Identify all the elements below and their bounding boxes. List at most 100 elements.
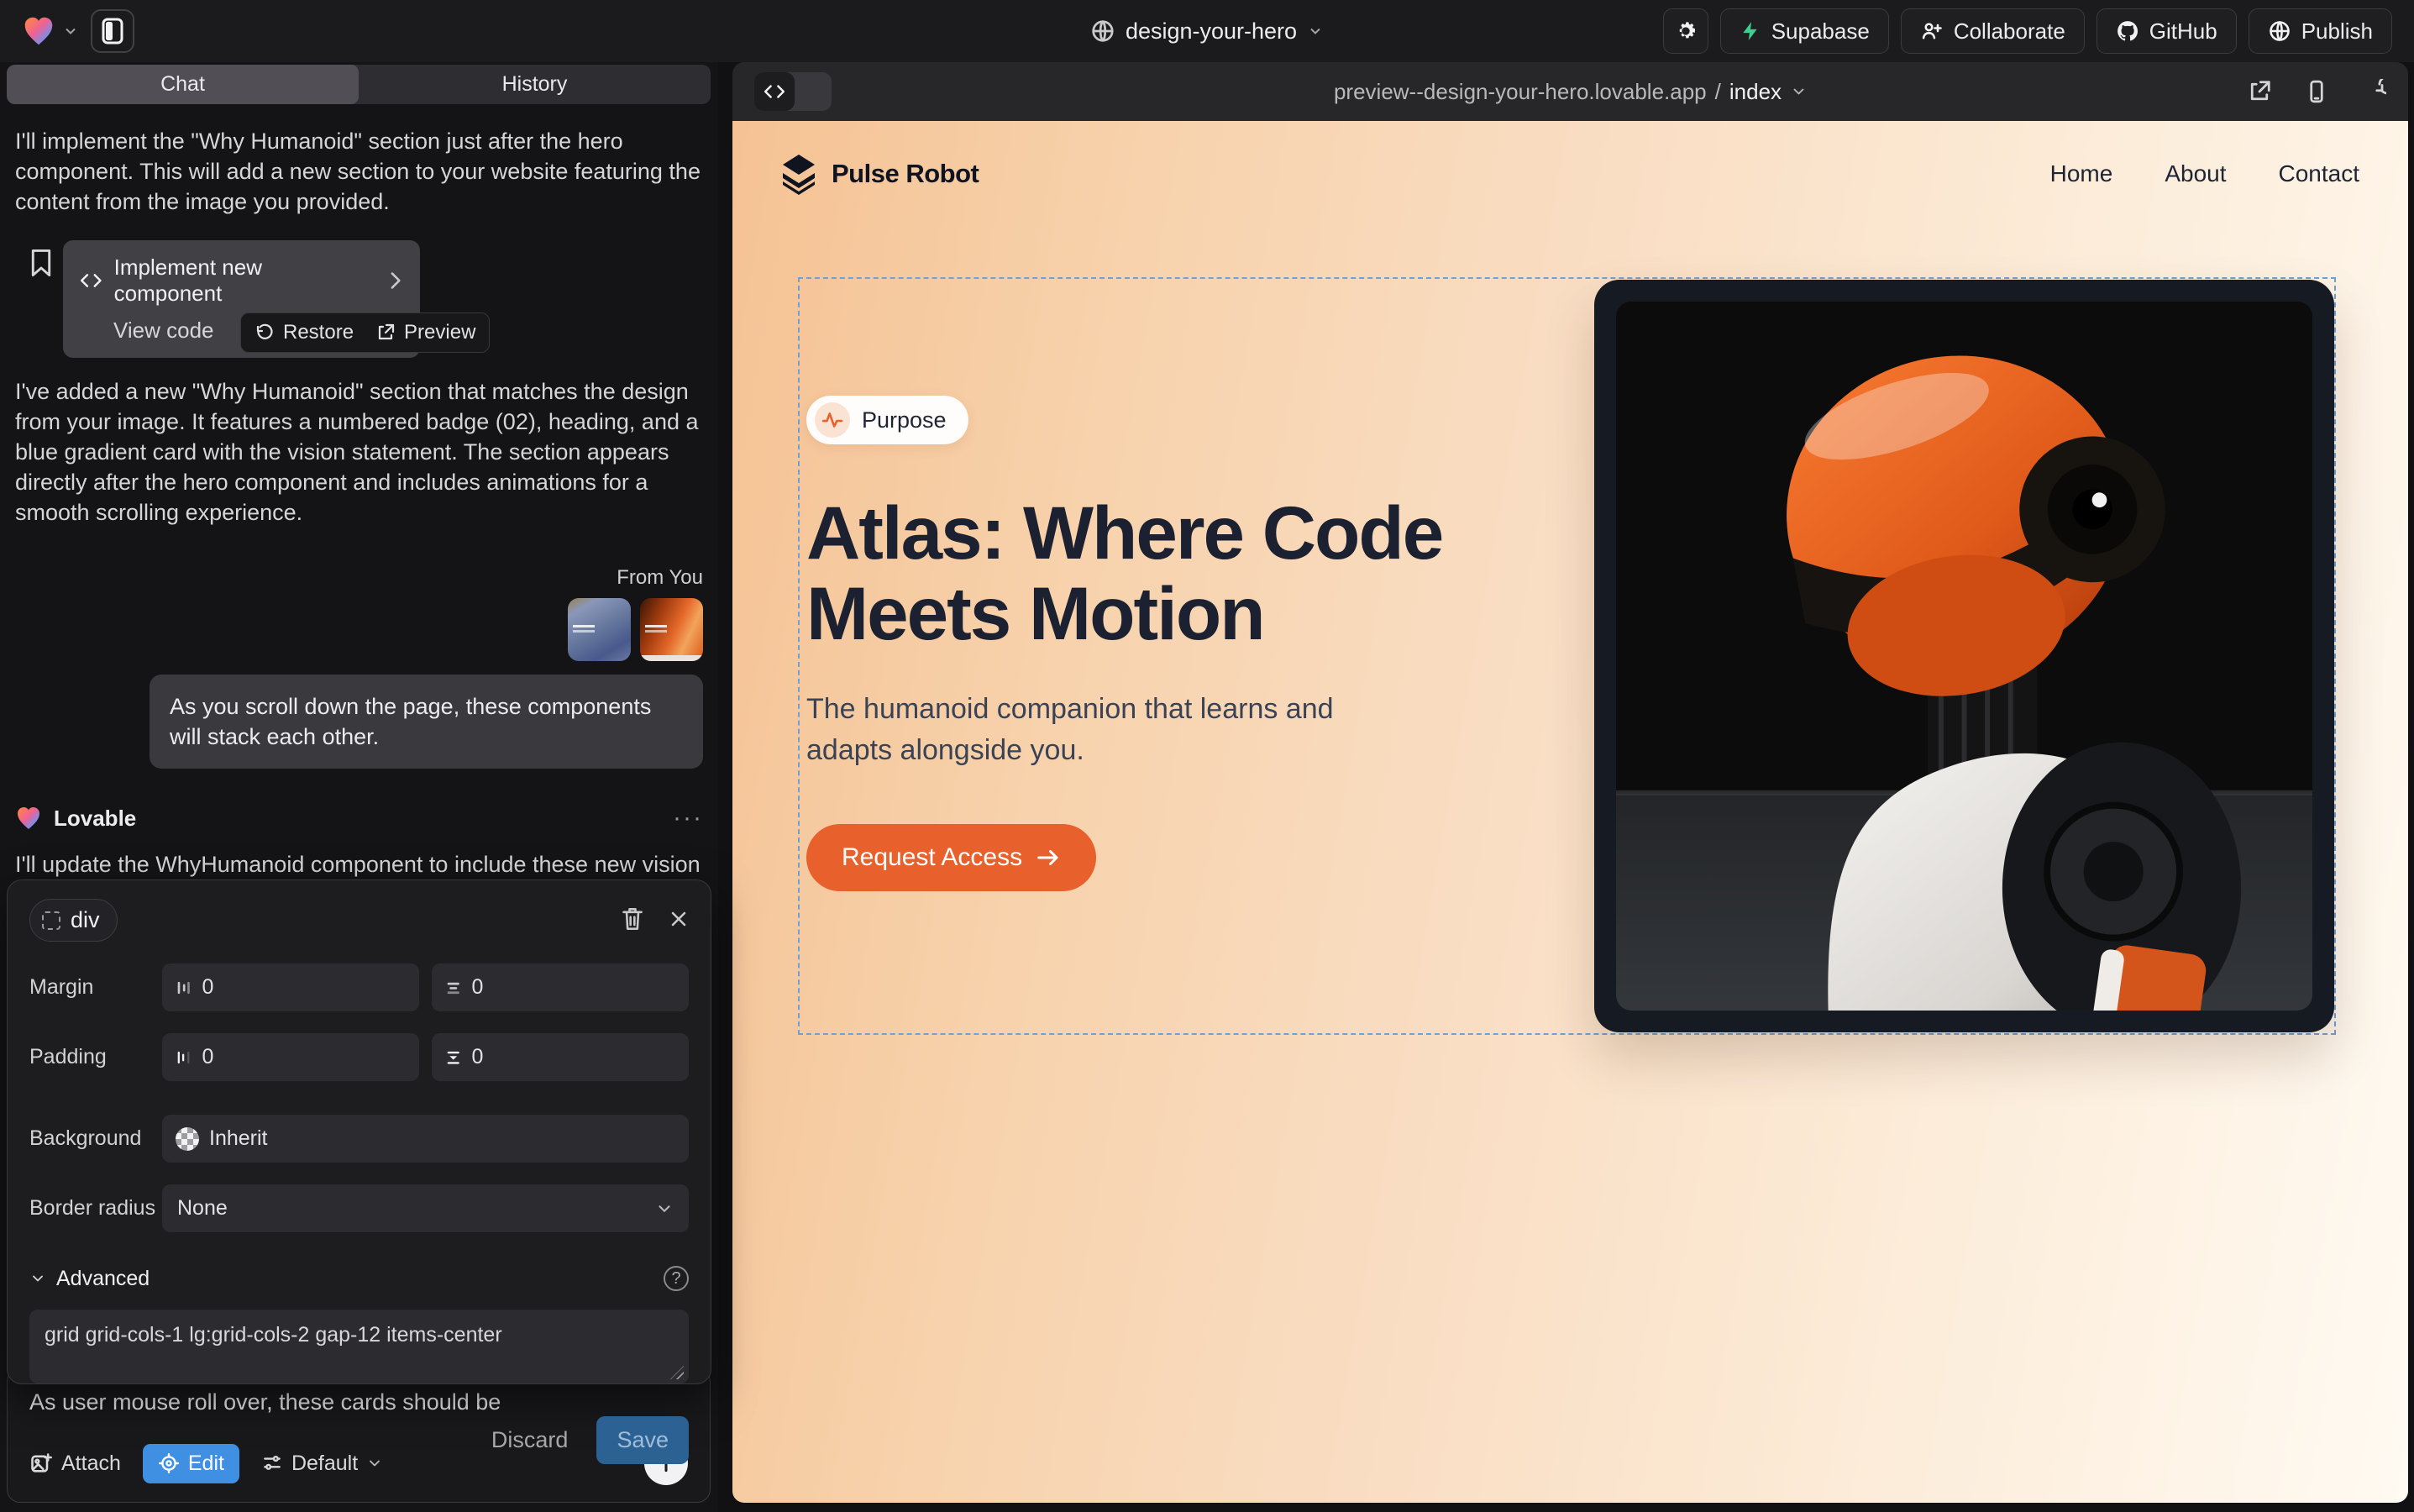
attachment-thumbnail[interactable] xyxy=(640,598,703,661)
component-change-block: Implement new component View code Restor… xyxy=(15,240,703,328)
preview-version-button[interactable]: Preview xyxy=(375,321,475,344)
margin-row: Margin xyxy=(29,963,689,1011)
lovable-heart-icon xyxy=(15,805,42,832)
sidebar-panel-icon xyxy=(102,18,123,45)
chevron-down-icon xyxy=(62,23,79,39)
element-outline-icon xyxy=(42,911,60,930)
trash-icon xyxy=(622,907,643,931)
assistant-name: Lovable xyxy=(54,806,136,832)
request-access-button[interactable]: Request Access xyxy=(806,824,1096,891)
lovable-logo-icon[interactable] xyxy=(22,14,79,48)
mobile-view-icon[interactable] xyxy=(2304,79,2329,104)
element-inspector-panel: div Margin xyxy=(7,879,711,1384)
github-icon xyxy=(2116,19,2139,43)
border-radius-row: Border radius None xyxy=(29,1184,689,1232)
chevron-down-icon xyxy=(1307,23,1324,39)
margin-x-input[interactable] xyxy=(162,963,419,1011)
preview-toolbar: preview--design-your-hero.lovable.app / … xyxy=(732,62,2408,121)
hero-title: Atlas: Where Code Meets Motion xyxy=(806,493,1547,653)
supabase-bolt-icon xyxy=(1740,20,1761,42)
supabase-button[interactable]: Supabase xyxy=(1720,8,1889,54)
preview-panel: preview--design-your-hero.lovable.app / … xyxy=(732,62,2408,1503)
hero-subtitle: The humanoid companion that learns and a… xyxy=(806,689,1361,772)
add-user-icon xyxy=(1920,19,1944,43)
nav-link-contact[interactable]: Contact xyxy=(2279,160,2360,187)
collaborate-button[interactable]: Collaborate xyxy=(1901,8,2085,54)
margin-vertical-icon xyxy=(445,979,461,997)
selected-element-chip[interactable]: div xyxy=(29,899,118,942)
transparency-swatch-icon xyxy=(176,1127,199,1151)
pulse-icon xyxy=(821,409,843,431)
advanced-classes-textarea[interactable]: grid grid-cols-1 lg:grid-cols-2 gap-12 i… xyxy=(29,1310,689,1383)
chat-sidebar: Chat History I'll implement the "Why Hum… xyxy=(0,62,718,1512)
padding-x-input[interactable] xyxy=(162,1033,419,1081)
chevron-down-icon xyxy=(1790,83,1807,100)
margin-y-input[interactable] xyxy=(432,963,689,1011)
save-button[interactable]: Save xyxy=(596,1416,689,1464)
restore-icon xyxy=(255,323,275,343)
external-link-icon xyxy=(375,323,396,343)
chat-input[interactable]: As user mouse roll over, these cards sho… xyxy=(29,1389,688,1418)
site-logo[interactable]: Pulse Robot xyxy=(779,153,979,195)
selected-hero-section[interactable]: Purpose Atlas: Where Code Meets Motion T… xyxy=(798,277,2336,1035)
github-button[interactable]: GitHub xyxy=(2097,8,2237,54)
bookmark-icon[interactable] xyxy=(29,249,54,277)
help-icon[interactable]: ? xyxy=(664,1266,689,1291)
chevron-down-icon xyxy=(655,1200,674,1218)
padding-horizontal-icon xyxy=(176,1048,192,1067)
code-icon xyxy=(80,270,102,291)
hero-badge-label: Purpose xyxy=(862,407,947,433)
close-icon xyxy=(669,909,689,929)
from-you-label: From You xyxy=(15,566,703,590)
assistant-message: I've added a new "Why Humanoid" section … xyxy=(15,376,703,528)
site-header: Pulse Robot Home About Contact xyxy=(732,121,2408,195)
tab-chat[interactable]: Chat xyxy=(7,65,359,104)
discard-button[interactable]: Discard xyxy=(491,1427,569,1453)
margin-horizontal-icon xyxy=(176,979,192,997)
version-actions-bar: Restore Preview xyxy=(240,312,490,353)
assistant-header: Lovable ··· xyxy=(15,804,703,832)
hero-copy: Purpose Atlas: Where Code Meets Motion T… xyxy=(806,396,1547,916)
site-brand-name: Pulse Robot xyxy=(832,159,979,189)
border-radius-select[interactable]: None xyxy=(162,1184,689,1232)
project-switcher[interactable]: design-your-hero xyxy=(1090,18,1324,45)
user-message-bubble: As you scroll down the page, these compo… xyxy=(150,675,703,769)
publish-globe-icon xyxy=(2268,19,2291,43)
preview-url-dropdown[interactable]: preview--design-your-hero.lovable.app / … xyxy=(1334,79,1807,105)
publish-button[interactable]: Publish xyxy=(2249,8,2392,54)
sidebar-tabs: Chat History xyxy=(7,65,711,104)
component-card-title: Implement new component xyxy=(114,255,364,307)
sidebar-toggle-button[interactable] xyxy=(91,9,134,53)
attachment-thumbnails xyxy=(15,598,703,661)
gear-icon xyxy=(1674,19,1698,43)
nav-link-home[interactable]: Home xyxy=(2050,160,2113,187)
hero-badge: Purpose xyxy=(806,396,968,444)
chevron-down-icon xyxy=(29,1270,46,1287)
code-icon xyxy=(764,82,785,101)
layers-logo-icon xyxy=(779,153,818,195)
padding-y-input[interactable] xyxy=(432,1033,689,1081)
open-in-new-tab-icon[interactable] xyxy=(2247,79,2272,104)
restore-button[interactable]: Restore xyxy=(255,321,354,344)
robot-image xyxy=(1616,302,2312,1011)
preview-viewport: Pulse Robot Home About Contact xyxy=(732,121,2408,1503)
hero-robot-card xyxy=(1594,280,2334,1032)
message-menu-button[interactable]: ··· xyxy=(673,804,703,832)
padding-vertical-icon xyxy=(445,1048,461,1067)
delete-element-button[interactable] xyxy=(622,907,643,933)
advanced-section-header[interactable]: Advanced ? xyxy=(29,1266,689,1291)
settings-button[interactable] xyxy=(1663,8,1708,54)
background-input[interactable]: Inherit xyxy=(162,1115,689,1163)
site-nav: Home About Contact xyxy=(2050,160,2359,187)
arrow-right-icon xyxy=(1036,847,1061,869)
assistant-message: I'll implement the "Why Humanoid" sectio… xyxy=(15,126,703,217)
refresh-icon[interactable] xyxy=(2361,79,2386,104)
attachment-thumbnail[interactable] xyxy=(568,598,631,661)
chevron-right-icon xyxy=(387,270,403,291)
app-top-bar: design-your-hero Supabase Collaborate xyxy=(0,0,2414,62)
close-inspector-button[interactable] xyxy=(669,909,689,932)
tab-history[interactable]: History xyxy=(359,65,711,104)
nav-link-about[interactable]: About xyxy=(2165,160,2226,187)
project-name: design-your-hero xyxy=(1126,18,1297,45)
code-view-toggle[interactable] xyxy=(754,72,832,111)
